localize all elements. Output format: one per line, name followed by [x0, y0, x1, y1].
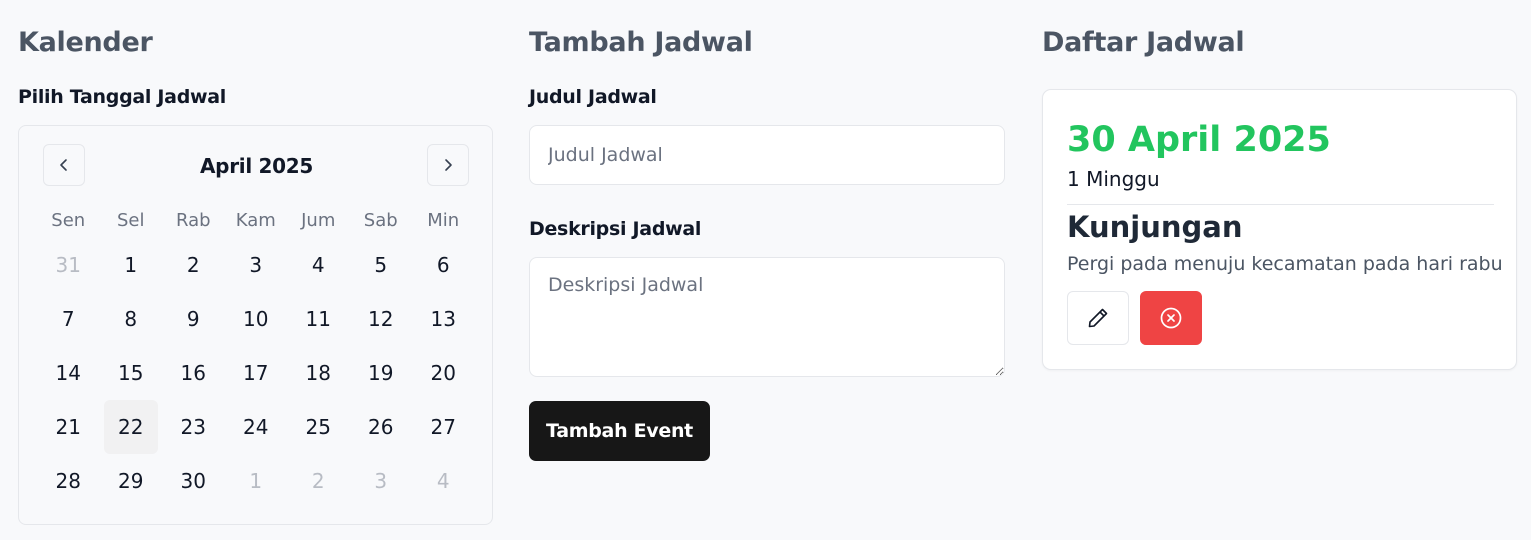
- weekday-label: Sen: [51, 210, 86, 231]
- pencil-icon: [1088, 308, 1108, 328]
- title-field-label: Judul Jadwal: [529, 86, 657, 108]
- day-cell[interactable]: 17: [229, 346, 284, 400]
- current-month: April 2025: [200, 154, 313, 178]
- day-cell[interactable]: 12: [354, 292, 409, 346]
- edit-button[interactable]: [1067, 291, 1129, 345]
- schedule-date: 30 April 2025: [1067, 120, 1331, 160]
- weekday-header: Sen Sel Rab Kam Jum Sab Min: [37, 210, 475, 231]
- day-cell-outside-month[interactable]: 1: [229, 454, 284, 508]
- day-cell[interactable]: 7: [41, 292, 96, 346]
- day-cell[interactable]: 27: [416, 400, 471, 454]
- schedule-duration: 1 Minggu: [1067, 167, 1160, 191]
- calendar-section-title: Kalender: [18, 27, 153, 58]
- date-picker: April 2025 Sen Sel Rab Kam Jum Sab Min 31 1 2 3 4 5…: [18, 125, 493, 525]
- weekday-label: Min: [427, 210, 460, 231]
- weekday-label: Rab: [175, 210, 211, 231]
- day-cell[interactable]: 18: [291, 346, 346, 400]
- day-cell-outside-month[interactable]: 3: [354, 454, 409, 508]
- day-cell[interactable]: 4: [291, 238, 346, 292]
- weekday-label: Jum: [301, 210, 336, 231]
- day-cell[interactable]: 19: [354, 346, 409, 400]
- day-cell[interactable]: 13: [416, 292, 471, 346]
- day-cell[interactable]: 29: [104, 454, 159, 508]
- day-cell[interactable]: 1: [104, 238, 159, 292]
- next-month-button[interactable]: [427, 144, 469, 186]
- add-schedule-title: Tambah Jadwal: [529, 27, 753, 58]
- day-cell[interactable]: 2: [166, 238, 221, 292]
- divider: [1067, 204, 1494, 205]
- day-cell[interactable]: 21: [41, 400, 96, 454]
- day-cell-outside-month[interactable]: 31: [41, 238, 96, 292]
- day-cell[interactable]: 23: [166, 400, 221, 454]
- day-cell[interactable]: 11: [291, 292, 346, 346]
- day-cell[interactable]: 10: [229, 292, 284, 346]
- date-picker-label: Pilih Tanggal Jadwal: [18, 86, 226, 108]
- day-cell-outside-month[interactable]: 2: [291, 454, 346, 508]
- day-cell[interactable]: 20: [416, 346, 471, 400]
- schedule-title: Kunjungan: [1067, 210, 1243, 244]
- day-cell[interactable]: 25: [291, 400, 346, 454]
- description-textarea[interactable]: [529, 257, 1005, 377]
- schedule-list-title: Daftar Jadwal: [1042, 27, 1245, 58]
- add-event-button[interactable]: Tambah Event: [529, 401, 710, 461]
- weekday-label: Sel: [116, 210, 145, 231]
- day-cell-today[interactable]: 22: [103, 400, 158, 454]
- day-cell[interactable]: 3: [229, 238, 284, 292]
- day-cell[interactable]: 30: [166, 454, 221, 508]
- schedule-card: 30 April 2025 1 Minggu Kunjungan Pergi p…: [1042, 89, 1517, 370]
- day-cell[interactable]: 5: [354, 238, 409, 292]
- day-cell[interactable]: 8: [104, 292, 159, 346]
- day-cell[interactable]: 16: [166, 346, 221, 400]
- weekday-label: Kam: [235, 210, 276, 231]
- day-cell[interactable]: 28: [41, 454, 96, 508]
- day-cell[interactable]: 14: [41, 346, 96, 400]
- day-cell[interactable]: 15: [104, 346, 159, 400]
- day-cell[interactable]: 9: [166, 292, 221, 346]
- day-cell[interactable]: 26: [354, 400, 409, 454]
- day-cell[interactable]: 6: [416, 238, 471, 292]
- day-cell[interactable]: 24: [229, 400, 284, 454]
- description-field-label: Deskripsi Jadwal: [529, 218, 702, 240]
- weekday-label: Sab: [363, 210, 398, 231]
- chevron-right-icon: [445, 159, 452, 171]
- day-cell-outside-month[interactable]: 4: [416, 454, 471, 508]
- title-input[interactable]: [529, 125, 1005, 185]
- delete-button[interactable]: [1140, 291, 1202, 345]
- schedule-description: Pergi pada menuju kecamatan pada hari ra…: [1067, 253, 1503, 275]
- x-circle-icon: [1160, 307, 1182, 329]
- day-grid: 31 1 2 3 4 5 6 7 8 9 10 11 12 13 14 15 16 17 18 19 20 21 22 23 2…: [37, 238, 475, 508]
